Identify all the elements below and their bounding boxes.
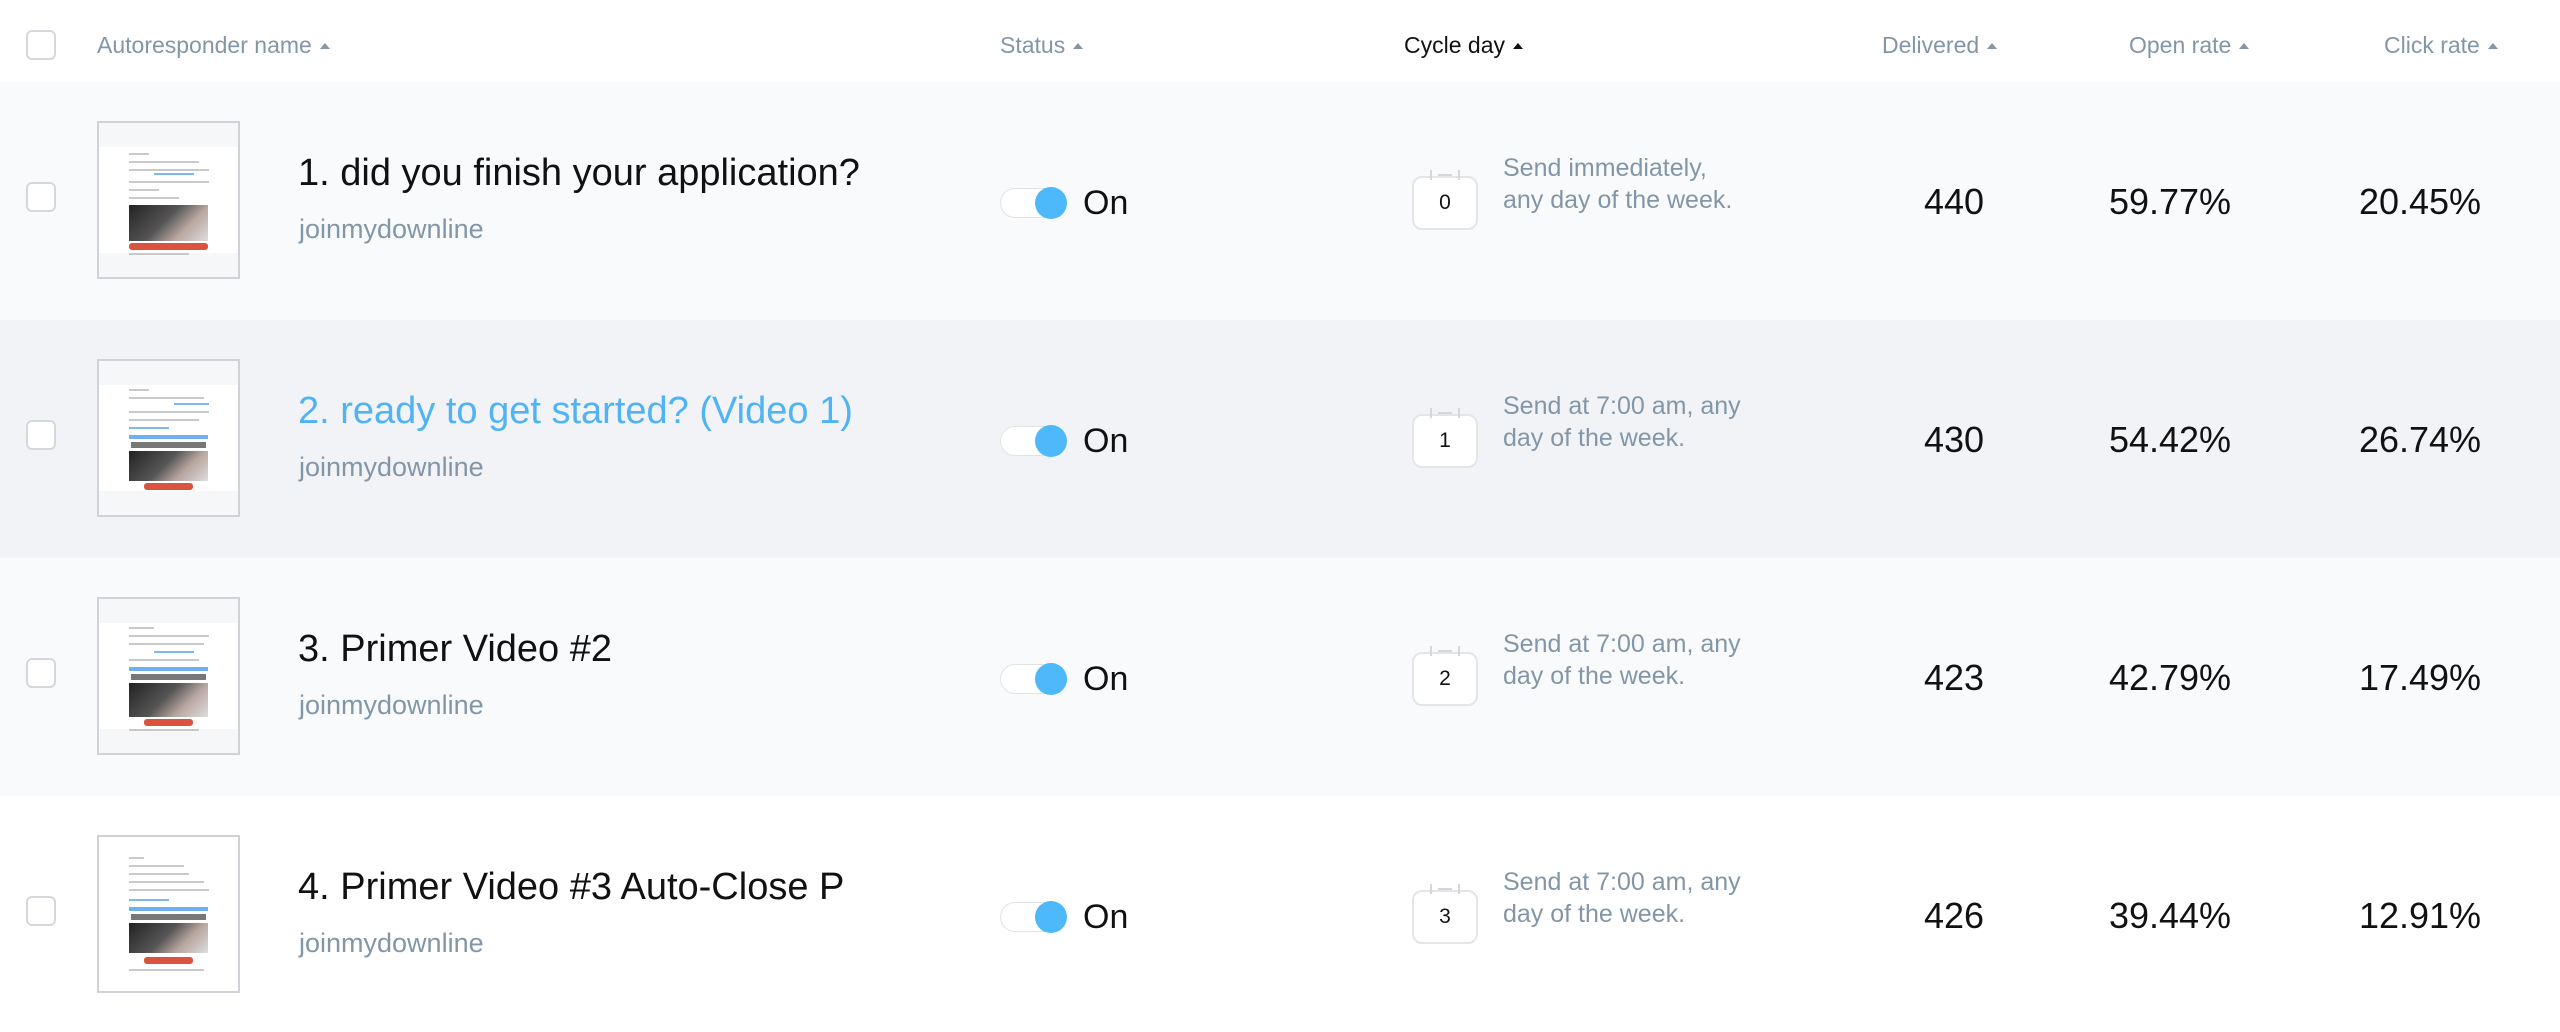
column-header-name[interactable]: Autoresponder name [97,32,330,59]
table-row[interactable]: 2. ready to get started? (Video 1) joinm… [0,320,2560,558]
toggle-knob [1035,663,1067,695]
column-header-label: Delivered [1882,32,1980,58]
row-checkbox[interactable] [26,182,56,212]
email-thumbnail[interactable] [97,359,240,517]
column-header-cycle-day[interactable]: Cycle day [1404,32,1523,59]
sort-arrow-icon [1073,42,1084,49]
open-rate: 54.42% [2108,419,2232,460]
column-header-open-rate[interactable]: Open rate [2129,32,2250,59]
sender-name: joinmydownline [299,690,484,720]
open-rate: 39.44% [2108,895,2232,936]
calendar-icon: 2 [1412,646,1478,706]
cycle-day-number: 2 [1439,667,1451,690]
table-row[interactable]: 1. did you finish your application? join… [0,82,2560,320]
toggle-knob [1035,187,1067,219]
sender-name: joinmydownline [299,452,484,482]
status-toggle[interactable] [1000,663,1067,695]
sort-arrow-icon [1512,42,1523,49]
sender-name: joinmydownline [299,214,484,244]
open-rate: 42.79% [2108,657,2232,698]
schedule-text: Send at 7:00 am, any day of the week. [1503,392,1741,452]
row-checkbox[interactable] [26,896,56,926]
open-rate: 59.77% [2108,181,2232,222]
row-checkbox[interactable] [26,658,56,688]
autoresponder-name-link[interactable]: 2. ready to get started? (Video 1) [298,390,883,433]
delivered-count: 430 [1923,419,1985,460]
sender-name: joinmydownline [299,928,484,958]
status-toggle[interactable] [1000,187,1067,219]
schedule-text: Send immediately, any day of the week. [1503,154,1733,214]
status-label: On [1083,660,1129,698]
column-header-click-rate[interactable]: Click rate [2384,32,2498,59]
status-label: On [1083,184,1129,222]
autoresponder-name-link[interactable]: 3. Primer Video #2 [298,628,883,671]
schedule-text: Send at 7:00 am, any day of the week. [1503,868,1741,928]
email-thumbnail[interactable] [97,597,240,755]
toggle-knob [1035,425,1067,457]
click-rate: 12.91% [2358,895,2482,936]
delivered-count: 440 [1923,181,1985,222]
column-header-label: Open rate [2129,32,2232,58]
calendar-icon: 3 [1412,884,1478,944]
column-header-label: Cycle day [1404,32,1505,58]
status-toggle[interactable] [1000,425,1067,457]
calendar-icon: 1 [1412,408,1478,468]
column-header-delivered[interactable]: Delivered [1882,32,1998,59]
table-row[interactable]: 4. Primer Video #3 Auto-Close P joinmydo… [0,796,2560,1032]
column-header-label: Status [1000,32,1066,58]
sort-arrow-icon [2487,42,2498,49]
column-header-label: Autoresponder name [97,32,312,58]
email-thumbnail[interactable] [97,835,240,993]
table-header: Autoresponder name Status Cycle day Deli… [0,0,2560,82]
click-rate: 20.45% [2358,181,2482,222]
cycle-day-number: 3 [1439,905,1451,928]
autoresponder-name-link[interactable]: 4. Primer Video #3 Auto-Close P [298,866,883,909]
sort-arrow-icon [2239,42,2250,49]
toggle-knob [1035,901,1067,933]
select-all-checkbox[interactable] [26,30,56,60]
click-rate: 17.49% [2358,657,2482,698]
calendar-icon: 0 [1412,170,1478,230]
column-header-label: Click rate [2384,32,2480,58]
status-label: On [1083,898,1129,936]
row-checkbox[interactable] [26,420,56,450]
sort-arrow-icon [1987,42,1998,49]
click-rate: 26.74% [2358,419,2482,460]
status-label: On [1083,422,1129,460]
status-toggle[interactable] [1000,901,1067,933]
schedule-text: Send at 7:00 am, any day of the week. [1503,630,1741,690]
cycle-day-number: 0 [1439,191,1451,214]
delivered-count: 426 [1923,895,1985,936]
sort-arrow-icon [319,42,330,49]
email-thumbnail[interactable] [97,121,240,279]
cycle-day-number: 1 [1439,429,1451,452]
delivered-count: 423 [1923,657,1985,698]
autoresponder-name-link[interactable]: 1. did you finish your application? [298,152,883,195]
table-row[interactable]: 3. Primer Video #2 joinmydownline On 2 S… [0,558,2560,796]
column-header-status[interactable]: Status [1000,32,1084,59]
